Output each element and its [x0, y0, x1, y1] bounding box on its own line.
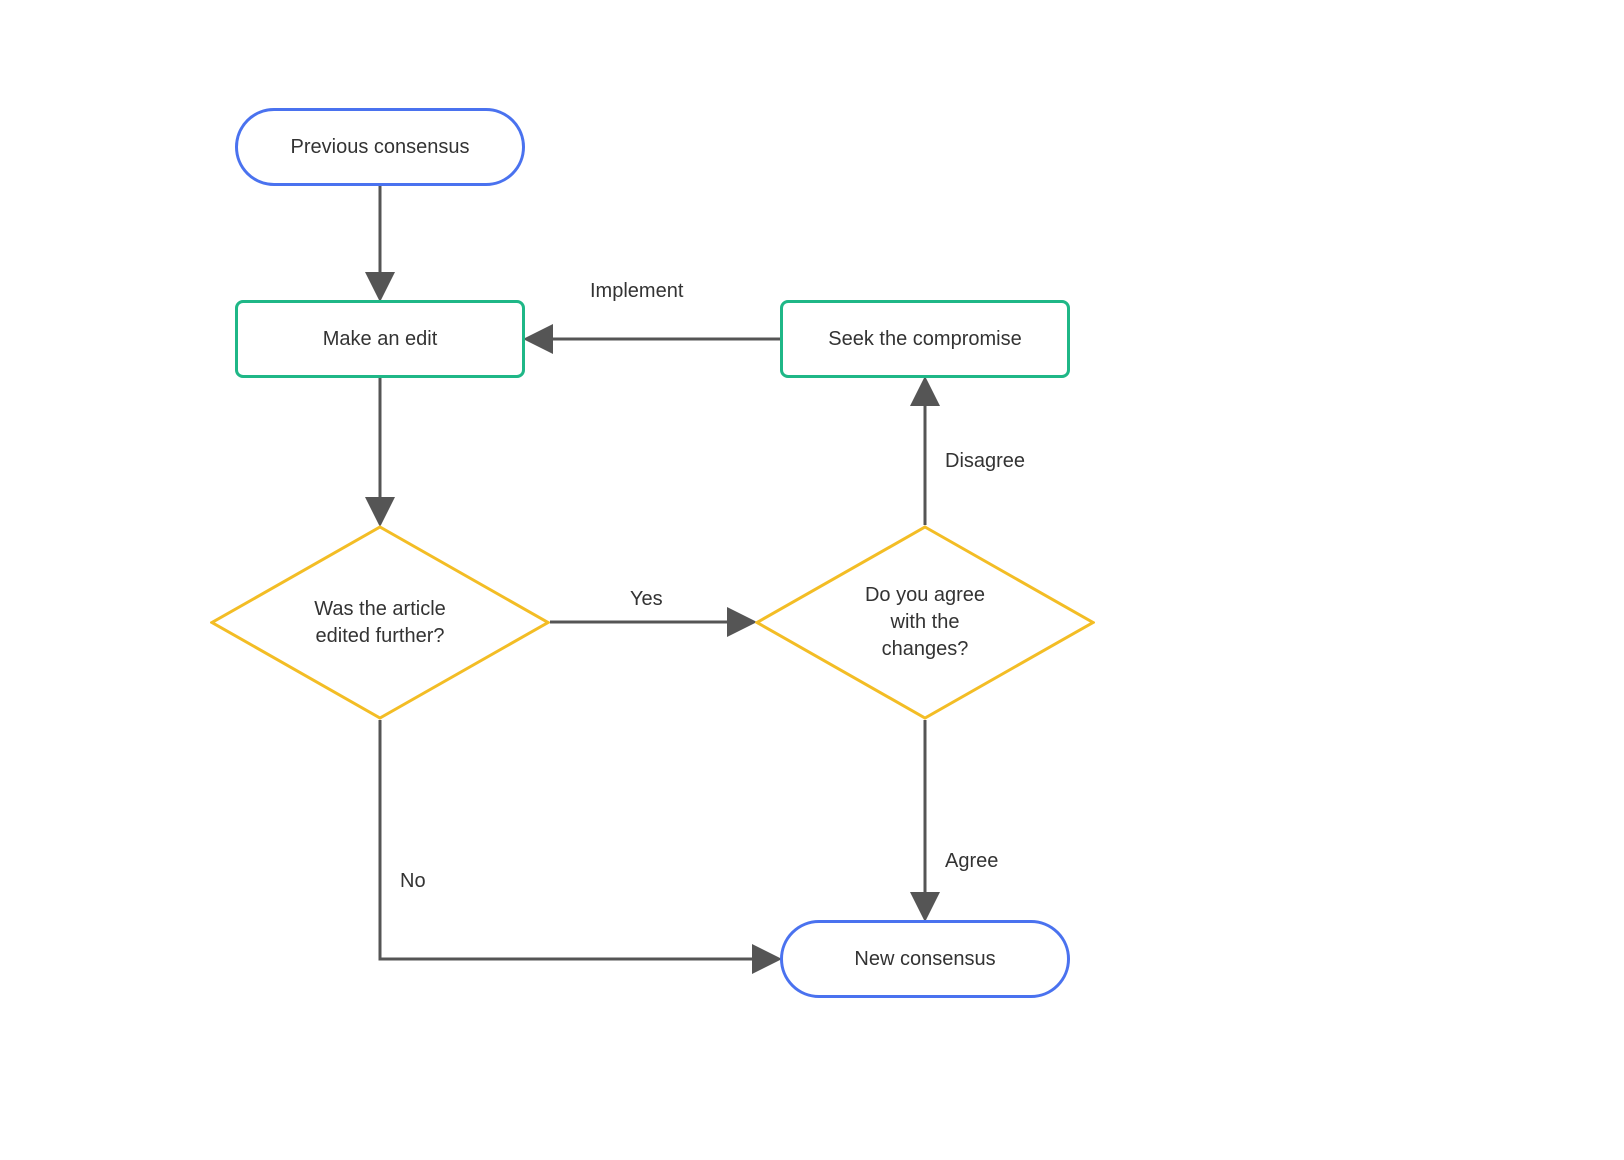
node-previous-consensus: Previous consensus [235, 108, 525, 186]
node-agree-changes-decision: Do you agree with the changes? [755, 525, 1095, 720]
node-label: Seek the compromise [828, 328, 1021, 351]
edge-label-disagree: Disagree [945, 450, 1025, 473]
node-label: Previous consensus [291, 136, 470, 159]
edge-label-no: No [400, 870, 426, 893]
node-label: Do you agree with the changes? [865, 582, 985, 663]
node-label: New consensus [854, 948, 995, 971]
node-new-consensus: New consensus [780, 920, 1070, 998]
node-article-edited-decision: Was the article edited further? [210, 525, 550, 720]
node-seek-compromise: Seek the compromise [780, 300, 1070, 378]
edge-label-yes: Yes [630, 588, 663, 611]
node-make-edit: Make an edit [235, 300, 525, 378]
node-label: Was the article edited further? [314, 596, 446, 650]
edge-label-agree: Agree [945, 850, 998, 873]
node-label: Make an edit [323, 328, 438, 351]
edge-label-implement: Implement [590, 280, 683, 303]
